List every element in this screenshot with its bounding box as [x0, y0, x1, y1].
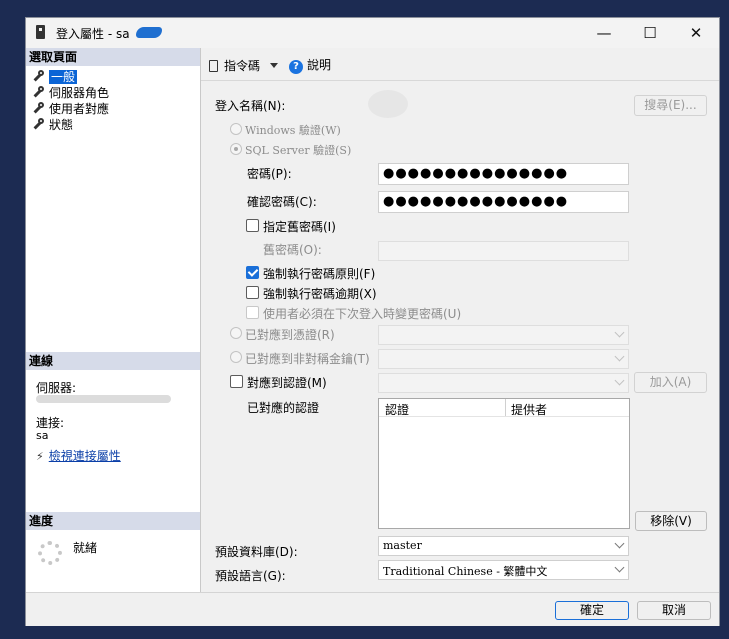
windows-auth-radio[interactable]	[230, 123, 242, 135]
wrench-icon	[33, 102, 44, 114]
confirm-password-field[interactable]: ●●●●●●●●●●●●●●●	[378, 191, 629, 213]
map-credential-checkbox[interactable]	[230, 375, 243, 388]
confirm-password-value: ●●●●●●●●●●●●●●●	[383, 194, 569, 209]
script-label: 指令碼	[224, 59, 261, 73]
minimize-button[interactable]: —	[581, 18, 627, 48]
chevron-down-icon	[614, 538, 625, 549]
remove-button[interactable]: 移除(V)	[635, 511, 707, 531]
help-button[interactable]: ? 說明	[289, 56, 331, 74]
password-label: 密碼(P):	[247, 167, 292, 181]
default-language-label: 預設語言(G):	[215, 569, 286, 583]
password-field[interactable]: ●●●●●●●●●●●●●●●	[378, 163, 629, 185]
map-asymmetric-key-label: 已對應到非對稱金鑰(T)	[245, 352, 370, 366]
wrench-icon	[33, 70, 44, 82]
chevron-down-icon	[614, 562, 625, 573]
enforce-policy-checkbox[interactable]	[246, 266, 259, 279]
mapped-credentials-label: 已對應的認證	[247, 401, 320, 415]
left-pane: 選取頁面 一般 伺服器角色 使用者對應 狀態 連線 伺服器: 連接: sa ⚡ 檢…	[26, 48, 201, 592]
map-credential-label: 對應到認證(M)	[247, 376, 327, 390]
map-certificate-radio[interactable]	[230, 327, 242, 339]
link-label: 檢視連接屬性	[48, 449, 121, 463]
plug-icon: ⚡	[36, 450, 44, 463]
view-connection-properties-link[interactable]: ⚡ 檢視連接屬性	[36, 447, 121, 464]
old-password-label: 舊密碼(O):	[263, 243, 322, 257]
mapped-credentials-list[interactable]: 認證 提供者	[378, 398, 630, 529]
default-language-select[interactable]: Traditional Chinese - 繁體中文	[378, 560, 629, 580]
page-item-user-mapping[interactable]: 使用者對應	[33, 101, 109, 117]
search-button[interactable]: 搜尋(E)...	[634, 95, 707, 116]
right-pane: 指令碼 ? 說明 登入名稱(N): 搜尋(E)... Windows 驗證(W) …	[201, 48, 719, 592]
confirm-password-label: 確認密碼(C):	[247, 195, 317, 209]
password-value: ●●●●●●●●●●●●●●●	[383, 166, 569, 181]
dropdown-arrow-icon[interactable]	[269, 63, 278, 68]
old-password-field[interactable]	[378, 241, 629, 261]
sql-auth-radio[interactable]	[230, 143, 242, 155]
script-icon	[209, 60, 218, 72]
title-bar[interactable]: 登入屬性 - sa — ☐ ✕	[26, 18, 719, 48]
certificate-select[interactable]	[378, 325, 629, 345]
default-language-value: Traditional Chinese - 繁體中文	[383, 565, 548, 578]
connection-header: 連線	[26, 352, 200, 370]
chevron-down-icon	[614, 375, 625, 386]
page-label: 使用者對應	[49, 102, 110, 116]
add-button[interactable]: 加入(A)	[634, 372, 707, 393]
default-database-select[interactable]: master	[378, 536, 629, 556]
column-divider[interactable]	[505, 399, 506, 416]
dialog-footer: 確定 取消	[26, 592, 719, 626]
page-item-general[interactable]: 一般	[33, 69, 78, 85]
column-header-credential[interactable]: 認證	[385, 401, 409, 418]
login-properties-dialog: 登入屬性 - sa — ☐ ✕ 選取頁面 一般 伺服器角色 使用者對應 狀態 連…	[25, 17, 720, 626]
ok-button[interactable]: 確定	[555, 601, 629, 620]
must-change-checkbox[interactable]	[246, 306, 259, 319]
help-icon: ?	[289, 60, 303, 74]
page-label: 伺服器角色	[49, 86, 110, 100]
progress-header: 進度	[26, 512, 200, 530]
wrench-icon	[33, 118, 44, 130]
cancel-button[interactable]: 取消	[637, 601, 711, 620]
window-title: 登入屬性 - sa	[56, 27, 130, 41]
redacted-login-name	[368, 90, 408, 118]
help-label: 說明	[307, 58, 332, 72]
sql-auth-label: SQL Server 驗證(S)	[245, 144, 352, 157]
app-icon	[36, 25, 45, 39]
must-change-label: 使用者必須在下次登入時變更密碼(U)	[263, 307, 462, 321]
asymmetric-key-select[interactable]	[378, 349, 629, 369]
map-certificate-label: 已對應到憑證(R)	[245, 328, 335, 342]
redacted-mark	[136, 27, 162, 38]
specify-old-password-label: 指定舊密碼(I)	[263, 220, 336, 234]
map-asymmetric-key-radio[interactable]	[230, 351, 242, 363]
login-name-label: 登入名稱(N):	[215, 99, 286, 113]
login-name-field[interactable]	[368, 90, 628, 118]
enforce-policy-label: 強制執行密碼原則(F)	[263, 267, 376, 281]
chevron-down-icon	[614, 351, 625, 362]
close-button[interactable]: ✕	[673, 18, 719, 48]
server-label: 伺服器:	[36, 381, 77, 395]
maximize-button[interactable]: ☐	[627, 18, 673, 48]
progress-spinner-icon	[38, 541, 62, 565]
select-page-header: 選取頁面	[26, 48, 200, 66]
page-item-status[interactable]: 狀態	[33, 117, 73, 133]
wrench-icon	[33, 86, 44, 98]
enforce-expiration-label: 強制執行密碼逾期(X)	[263, 287, 377, 301]
specify-old-password-checkbox[interactable]	[246, 219, 259, 232]
page-label: 狀態	[49, 118, 74, 132]
enforce-expiration-checkbox[interactable]	[246, 286, 259, 299]
credential-select[interactable]	[378, 373, 629, 393]
redacted-server-name	[36, 395, 171, 403]
default-database-label: 預設資料庫(D):	[215, 545, 298, 559]
windows-auth-label: Windows 驗證(W)	[245, 124, 341, 137]
page-item-server-roles[interactable]: 伺服器角色	[33, 85, 109, 101]
connection-value: sa	[36, 429, 49, 442]
list-header: 認證 提供者	[379, 399, 629, 417]
column-header-provider[interactable]: 提供者	[511, 401, 547, 418]
default-database-value: master	[383, 539, 422, 552]
progress-status: 就緒	[73, 541, 98, 555]
script-button[interactable]: 指令碼	[209, 57, 278, 74]
chevron-down-icon	[614, 327, 625, 338]
toolbar: 指令碼 ? 說明	[201, 48, 719, 81]
page-label: 一般	[49, 70, 78, 84]
